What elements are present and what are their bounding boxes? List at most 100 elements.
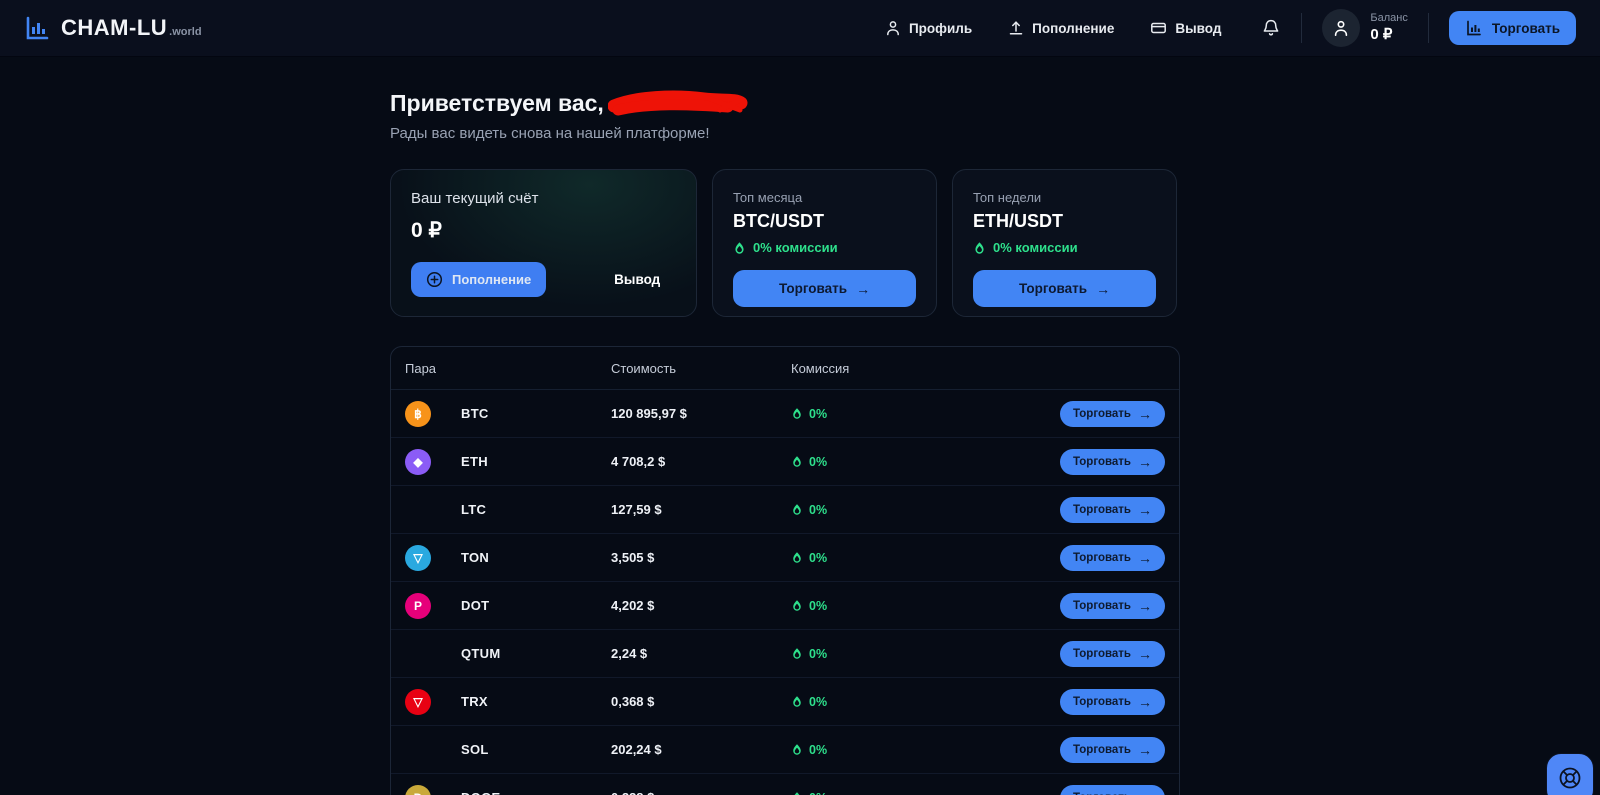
coin-icon: Ð — [405, 785, 431, 795]
row-trade-button[interactable]: Торговать → — [1060, 401, 1165, 427]
pair-price: 4 708,2 $ — [611, 454, 791, 469]
table-row: ▽ TON 3,505 $ 0% Торговать→ — [391, 534, 1179, 582]
pair-price: 202,24 $ — [611, 742, 791, 757]
pair-price: 120 895,97 $ — [611, 406, 791, 421]
trade-label: Торговать — [1073, 744, 1131, 756]
pair-price: 3,505 $ — [611, 550, 791, 565]
pair-commission: 0% — [791, 647, 1055, 661]
column-header-pair: Пара — [405, 361, 611, 376]
commission-value: 0% — [809, 551, 827, 565]
pair-symbol: QTUM — [461, 646, 611, 661]
row-trade-button[interactable]: Торговать → — [1060, 689, 1165, 715]
pair-commission: 0% — [791, 503, 1055, 517]
header-trade-button[interactable]: Торговать — [1449, 11, 1576, 45]
row-trade-button[interactable]: Торговать→ — [1060, 497, 1165, 523]
table-row: ฿ BTC 120 895,97 $ 0% Торговать→ — [391, 390, 1179, 438]
table-row: SOL 202,24 $ 0% Торговать→ — [391, 726, 1179, 774]
pair-symbol: TON — [461, 550, 611, 565]
balance-value: 0 ₽ — [1370, 26, 1407, 45]
arrow-right-icon: → — [856, 281, 870, 297]
commission-value: 0% — [809, 455, 827, 469]
balance-label: Баланс — [1370, 12, 1407, 26]
header-nav: Профиль Пополнение Вывод — [885, 20, 1221, 36]
table-row: LTC 127,59 $ 0% Торговать→ — [391, 486, 1179, 534]
commission-value: 0% — [809, 599, 827, 613]
top-month-trade-button[interactable]: Торговать → — [733, 270, 916, 307]
trade-label: Торговать — [1073, 456, 1131, 468]
main-content: Приветствуем вас, Рады вас видеть снова … — [390, 88, 1180, 795]
trade-button-label: Торговать — [1019, 281, 1087, 296]
brand-logo[interactable]: CHAM-LU .world — [24, 15, 202, 41]
header-trade-label: Торговать — [1492, 21, 1560, 36]
top-card-label: Топ недели — [973, 190, 1156, 205]
coin-icon: ฿ — [405, 401, 431, 427]
trade-label: Торговать — [1073, 792, 1131, 795]
deposit-button-label: Пополнение — [452, 272, 531, 287]
pair-name: BTC/USDT — [733, 211, 916, 232]
arrow-right-icon: → — [1138, 742, 1152, 758]
commission-value: 0% — [809, 695, 827, 709]
pair-symbol: LTC — [461, 502, 611, 517]
lifebuoy-icon — [1557, 765, 1583, 795]
coin-glyph: Ð — [414, 791, 423, 795]
arrow-right-icon: → — [1138, 694, 1152, 710]
upload-icon — [1008, 20, 1024, 36]
notifications-bell-icon[interactable] — [1261, 18, 1281, 38]
nav-item-profile[interactable]: Профиль — [885, 20, 972, 36]
coin-glyph: P — [414, 599, 422, 613]
column-header-price: Стоимость — [611, 361, 791, 376]
deposit-button[interactable]: Пополнение — [411, 262, 546, 297]
table-row: ◆ ETH 4 708,2 $ 0% Торговать→ — [391, 438, 1179, 486]
chart-icon — [1465, 19, 1483, 37]
row-trade-button[interactable]: Торговать→ — [1060, 545, 1165, 571]
account-amount: 0 ₽ — [411, 218, 676, 243]
arrow-right-icon: → — [1096, 281, 1110, 297]
support-button[interactable] — [1546, 753, 1594, 795]
brand-name: CHAM-LU — [61, 15, 167, 41]
table-row: Ð DOGE 0,238 $ 0% Торговать→ — [391, 774, 1179, 795]
pairs-table: Пара Стоимость Комиссия ฿ BTC 120 895,97… — [390, 346, 1180, 795]
avatar[interactable] — [1322, 9, 1360, 47]
row-trade-button[interactable]: Торговать→ — [1060, 641, 1165, 667]
account-card-label: Ваш текущий счёт — [411, 190, 676, 207]
coin-glyph: ฿ — [414, 407, 422, 421]
trade-label: Торговать — [1073, 696, 1131, 708]
flame-icon — [973, 241, 986, 255]
table-row: P DOT 4,202 $ 0% Торговать→ — [391, 582, 1179, 630]
pair-commission: 0% — [791, 695, 1055, 709]
nav-item-deposit[interactable]: Пополнение — [1008, 20, 1114, 36]
pair-name: ETH/USDT — [973, 211, 1156, 232]
pair-symbol: TRX — [461, 694, 611, 709]
pair-commission: 0% — [791, 599, 1055, 613]
account-card-buttons: Пополнение Вывод — [411, 262, 676, 297]
pair-price: 0,238 $ — [611, 790, 791, 795]
summary-cards: Ваш текущий счёт 0 ₽ Пополнение Вывод То… — [390, 169, 1180, 317]
withdraw-button[interactable]: Вывод — [608, 271, 666, 288]
commission-text: 0% комиссии — [753, 240, 838, 255]
pair-commission: 0% — [791, 743, 1055, 757]
arrow-right-icon: → — [1138, 790, 1152, 795]
row-trade-button[interactable]: Торговать→ — [1060, 449, 1165, 475]
pair-commission: 0% — [791, 791, 1055, 795]
column-header-commission: Комиссия — [791, 361, 1055, 376]
top-week-trade-button[interactable]: Торговать → — [973, 270, 1156, 307]
pair-price: 2,24 $ — [611, 646, 791, 661]
pair-price: 4,202 $ — [611, 598, 791, 613]
row-trade-button[interactable]: Торговать→ — [1060, 593, 1165, 619]
row-trade-button[interactable]: Торговать → — [1060, 785, 1165, 795]
trade-label: Торговать — [1073, 648, 1131, 660]
pair-commission: 0% — [791, 407, 1055, 421]
trade-label: Торговать — [1073, 552, 1131, 564]
balance-block: Баланс 0 ₽ — [1370, 12, 1407, 45]
row-trade-button[interactable]: Торговать → — [1060, 737, 1165, 763]
welcome-title-text: Приветствуем вас, — [390, 90, 604, 117]
nav-item-withdraw[interactable]: Вывод — [1150, 20, 1221, 36]
page: { "brand": {"name": "CHAM-LU", "tld": ".… — [0, 0, 1600, 795]
account-balance-card: Ваш текущий счёт 0 ₽ Пополнение Вывод — [390, 169, 697, 317]
arrow-right-icon: → — [1138, 406, 1152, 422]
card-icon — [1150, 20, 1167, 36]
trade-label: Торговать — [1073, 408, 1131, 420]
pair-price: 0,368 $ — [611, 694, 791, 709]
plus-circle-icon — [426, 271, 443, 288]
commission-value: 0% — [809, 743, 827, 757]
